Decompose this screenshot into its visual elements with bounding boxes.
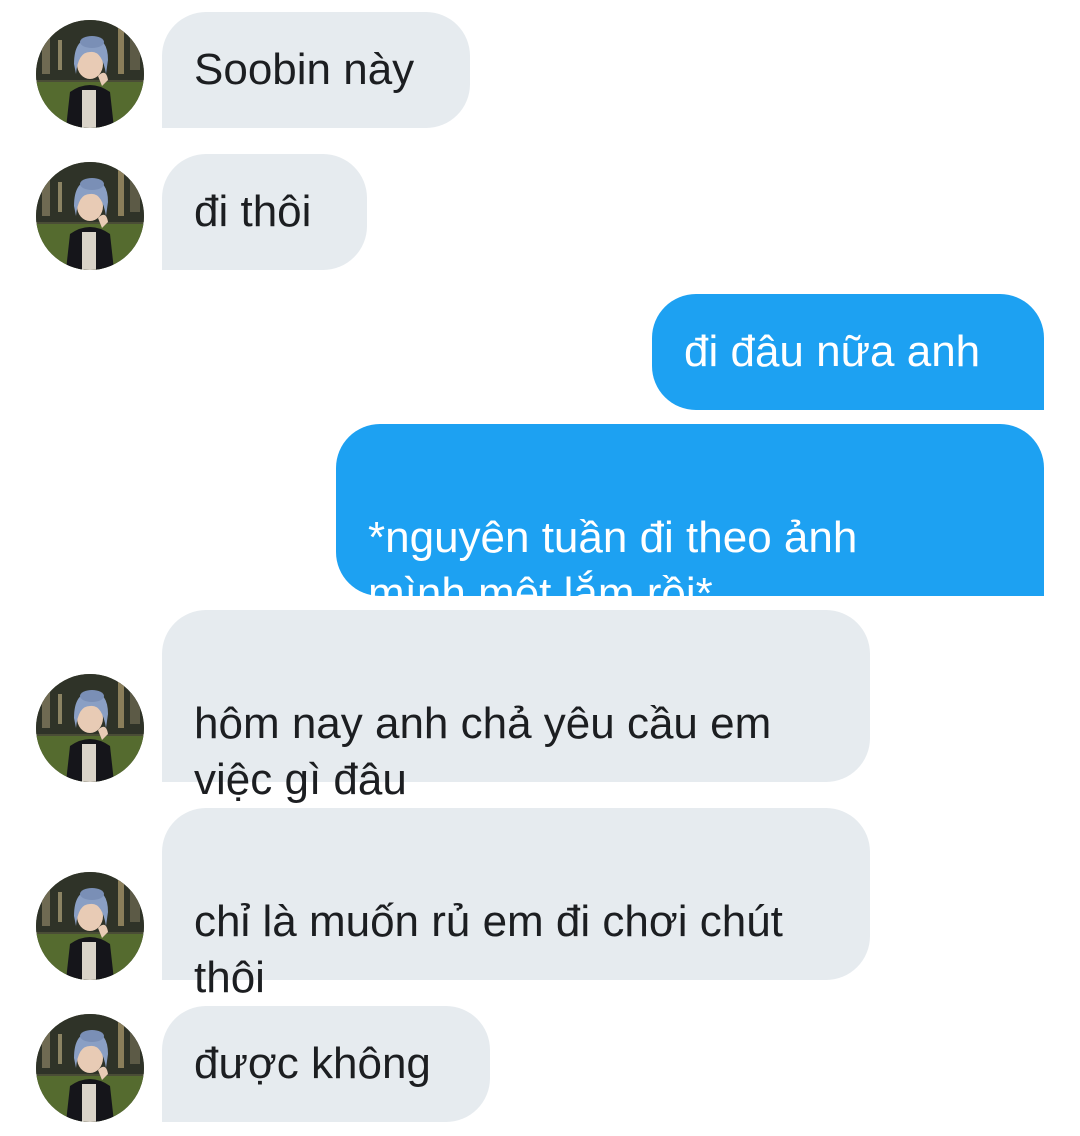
message-text: đi thôi [194, 187, 312, 236]
message-bubble-incoming[interactable]: đi thôi [162, 154, 367, 270]
profile-photo-icon[interactable] [36, 872, 144, 980]
message-bubble-incoming[interactable]: chỉ là muốn rủ em đi chơi chút thôi [162, 808, 870, 1002]
message-bubble-incoming[interactable]: Soobin này [162, 12, 470, 128]
profile-photo-icon[interactable] [36, 1014, 144, 1122]
message-text: được không [194, 1039, 431, 1088]
message-bubble-incoming[interactable]: hôm nay anh chả yêu cầu em việc gì đâu [162, 610, 870, 804]
message-text: chỉ là muốn rủ em đi chơi chút thôi [194, 897, 783, 1002]
message-text: Soobin này [194, 45, 415, 94]
message-thread: Soobin này đi thôi đi đâu nữa anh *nguyê… [0, 0, 1080, 1136]
profile-photo-icon[interactable] [36, 674, 144, 782]
message-text: *nguyên tuần đi theo ảnh mình mệt lắm rồ… [368, 513, 858, 618]
profile-photo-icon[interactable] [36, 20, 144, 128]
message-bubble-incoming[interactable]: được không [162, 1006, 490, 1122]
message-text: đi đâu nữa anh [684, 327, 981, 376]
message-bubble-outgoing[interactable]: đi đâu nữa anh [652, 294, 1044, 410]
message-text: hôm nay anh chả yêu cầu em việc gì đâu [194, 699, 772, 804]
profile-photo-icon[interactable] [36, 162, 144, 270]
message-bubble-outgoing[interactable]: *nguyên tuần đi theo ảnh mình mệt lắm rồ… [336, 424, 1044, 618]
